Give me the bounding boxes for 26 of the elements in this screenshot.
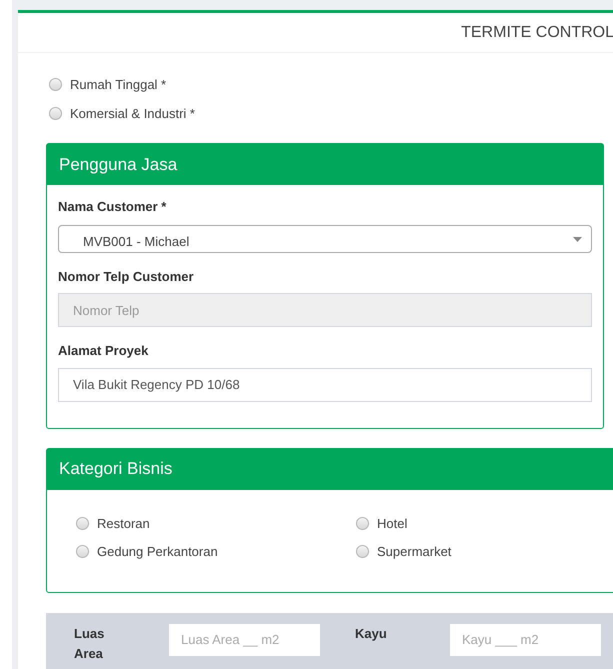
radio-label: Komersial & Industri * (70, 104, 195, 122)
radio-label: Gedung Perkantoran (97, 543, 218, 561)
radio-button[interactable] (356, 516, 369, 530)
field-label: Luas Area (74, 624, 106, 662)
panel-title: Pengguna Jasa (59, 154, 178, 176)
field-label: Nomor Telp Customer (58, 268, 195, 286)
field-label: Kayu (355, 624, 388, 643)
radio-label: Rumah Tinggal * (70, 76, 166, 94)
radio-button[interactable] (49, 78, 62, 92)
select-value: MVB001 - Michael (83, 232, 190, 251)
field-label: Alamat Proyek (58, 342, 150, 360)
radio-label: Supermarket (377, 543, 452, 561)
customer-select[interactable]: MVB001 - Michael (58, 224, 592, 252)
radio-button[interactable] (49, 106, 62, 120)
radio-label: Hotel (377, 514, 408, 532)
radio-label: Restoran (97, 514, 150, 532)
radio-button[interactable] (356, 545, 369, 558)
radio-button[interactable] (76, 516, 89, 530)
field-label: Nama Customer * (58, 198, 168, 216)
area-field[interactable]: Luas Area __ m2 (169, 624, 320, 656)
card-title: TERMITE CONTROL (461, 22, 613, 42)
radio-button[interactable] (76, 545, 89, 558)
area-field[interactable]: Kayu ___ m2 (450, 624, 601, 656)
caret-icon (573, 236, 582, 242)
panel-title: Kategori Bisnis (59, 458, 172, 480)
address-field[interactable]: Vila Bukit Regency PD 10/68 (58, 368, 592, 402)
